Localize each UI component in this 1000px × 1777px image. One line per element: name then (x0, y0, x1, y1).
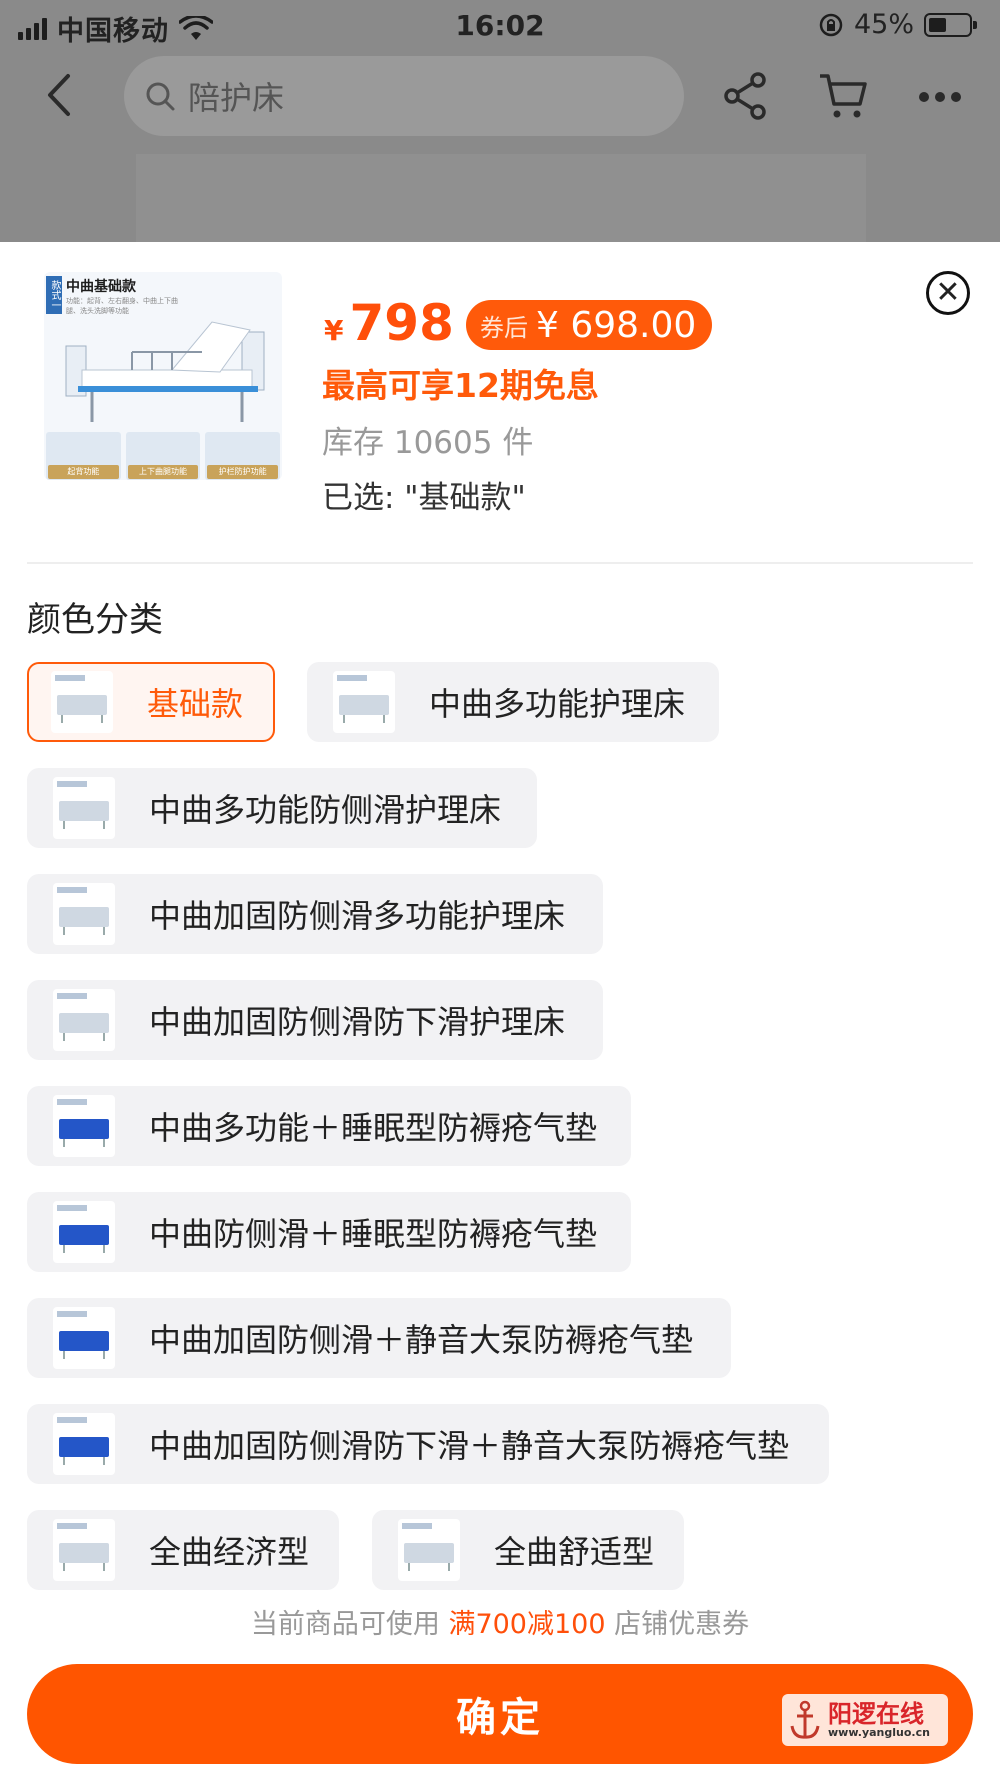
variant-label: 中曲加固防侧滑防下滑护理床 (149, 1003, 566, 1041)
variant-thumbnail (53, 1201, 115, 1263)
stock-count: 库存 10605 件 (322, 425, 534, 461)
sku-selection-sheet: ✕ 款式一 中曲基础款 功能：起背、左右翻身、中曲上下曲腿、洗头洗脚等功能 起背… (0, 242, 1000, 1777)
price: ¥ 798 (324, 294, 454, 352)
close-icon: ✕ (935, 275, 961, 310)
thumb-title: 中曲基础款 (66, 279, 136, 295)
background-page: 中国移动 16:02 45% 陪护床 (0, 0, 1000, 242)
product-thumbnail[interactable]: 款式一 中曲基础款 功能：起背、左右翻身、中曲上下曲腿、洗头洗脚等功能 起背功能… (44, 272, 282, 480)
search-placeholder: 陪护床 (188, 79, 285, 117)
variant-option[interactable]: 全曲舒适型 (372, 1510, 684, 1590)
share-icon[interactable] (724, 72, 768, 120)
variant-thumbnail (53, 1095, 115, 1157)
variant-option[interactable]: 中曲加固防侧滑＋静音大泵防褥疮气垫 (27, 1298, 731, 1378)
variant-thumbnail (53, 883, 115, 945)
watermark: 阳逻在线 www.yangluo.cn (782, 1694, 948, 1746)
variant-option[interactable]: 中曲防侧滑＋睡眠型防褥疮气垫 (27, 1192, 631, 1272)
coupon-price: ¥ 698.00 (536, 304, 697, 346)
variant-label: 中曲防侧滑＋睡眠型防褥疮气垫 (149, 1215, 598, 1253)
variant-thumbnail (398, 1519, 460, 1581)
promo-text: 当前商品可使用 满700减100 店铺优惠券 (250, 1609, 750, 1640)
variant-option[interactable]: 中曲加固防侧滑多功能护理床 (27, 874, 603, 954)
back-icon[interactable] (42, 70, 78, 120)
section-title: 颜色分类 (27, 600, 163, 640)
variant-label: 中曲加固防侧滑＋静音大泵防褥疮气垫 (149, 1321, 694, 1359)
installment-info: 最高可享12期免息 (322, 366, 599, 405)
variant-label: 中曲加固防侧滑多功能护理床 (149, 897, 566, 935)
variant-thumbnail (53, 777, 115, 839)
variant-label: 中曲多功能护理床 (429, 685, 686, 723)
variant-option[interactable]: 中曲多功能护理床 (307, 662, 719, 742)
thumb-feature: 上下曲腿功能 (125, 432, 201, 480)
promo-highlight: 满700减100 (448, 1609, 606, 1640)
variant-label: 中曲加固防侧滑防下滑＋静音大泵防褥疮气垫 (149, 1427, 790, 1465)
variant-thumbnail (53, 989, 115, 1051)
variant-label: 全曲经济型 (149, 1533, 310, 1571)
search-input[interactable]: 陪护床 (124, 56, 684, 136)
thumb-features: 起背功能 上下曲腿功能 护栏防护功能 (44, 432, 282, 480)
variant-option[interactable]: 中曲加固防侧滑防下滑＋静音大泵防褥疮气垫 (27, 1404, 829, 1484)
coupon-price-badge: 券后 ¥ 698.00 (466, 300, 713, 350)
status-right: 45% (818, 9, 977, 40)
variant-thumbnail (53, 1307, 115, 1369)
search-icon (146, 82, 175, 111)
more-icon[interactable] (918, 90, 962, 104)
variant-thumbnail (51, 671, 113, 733)
variant-thumbnail (333, 671, 395, 733)
variant-label: 基础款 (147, 685, 244, 723)
battery-percent: 45% (853, 9, 914, 40)
variant-option[interactable]: 全曲经济型 (27, 1510, 339, 1590)
variant-label: 中曲多功能＋睡眠型防褥疮气垫 (149, 1109, 598, 1147)
divider (27, 562, 973, 564)
variant-thumbnail (53, 1519, 115, 1581)
watermark-title: 阳逻在线 (828, 1699, 924, 1728)
variant-label: 中曲多功能防侧滑护理床 (149, 791, 502, 829)
coupon-label: 券后 (480, 313, 528, 342)
selected-variant: 已选: "基础款" (322, 480, 526, 516)
watermark-url: www.yangluo.cn (828, 1725, 930, 1739)
thumb-feature: 起背功能 (46, 432, 121, 480)
anchor-icon (790, 1700, 820, 1739)
variant-thumbnail (53, 1413, 115, 1475)
cart-icon[interactable] (818, 72, 868, 120)
variant-option[interactable]: 中曲多功能＋睡眠型防褥疮气垫 (27, 1086, 631, 1166)
battery-icon (924, 12, 977, 37)
background-product-image (136, 154, 866, 242)
rotation-lock-icon (819, 13, 843, 36)
price-currency: ¥ (324, 314, 344, 347)
bed-image (65, 321, 265, 422)
thumb-feature: 护栏防护功能 (205, 432, 281, 480)
variant-label: 全曲舒适型 (494, 1533, 655, 1571)
variant-option[interactable]: 基础款 (27, 662, 275, 742)
variant-option[interactable]: 中曲多功能防侧滑护理床 (27, 768, 537, 848)
price-value: 798 (349, 294, 454, 352)
nav-bar: 陪护床 (0, 52, 1000, 142)
status-bar: 中国移动 16:02 45% (0, 0, 1000, 52)
variant-option[interactable]: 中曲加固防侧滑防下滑护理床 (27, 980, 603, 1060)
close-button[interactable]: ✕ (926, 271, 970, 315)
